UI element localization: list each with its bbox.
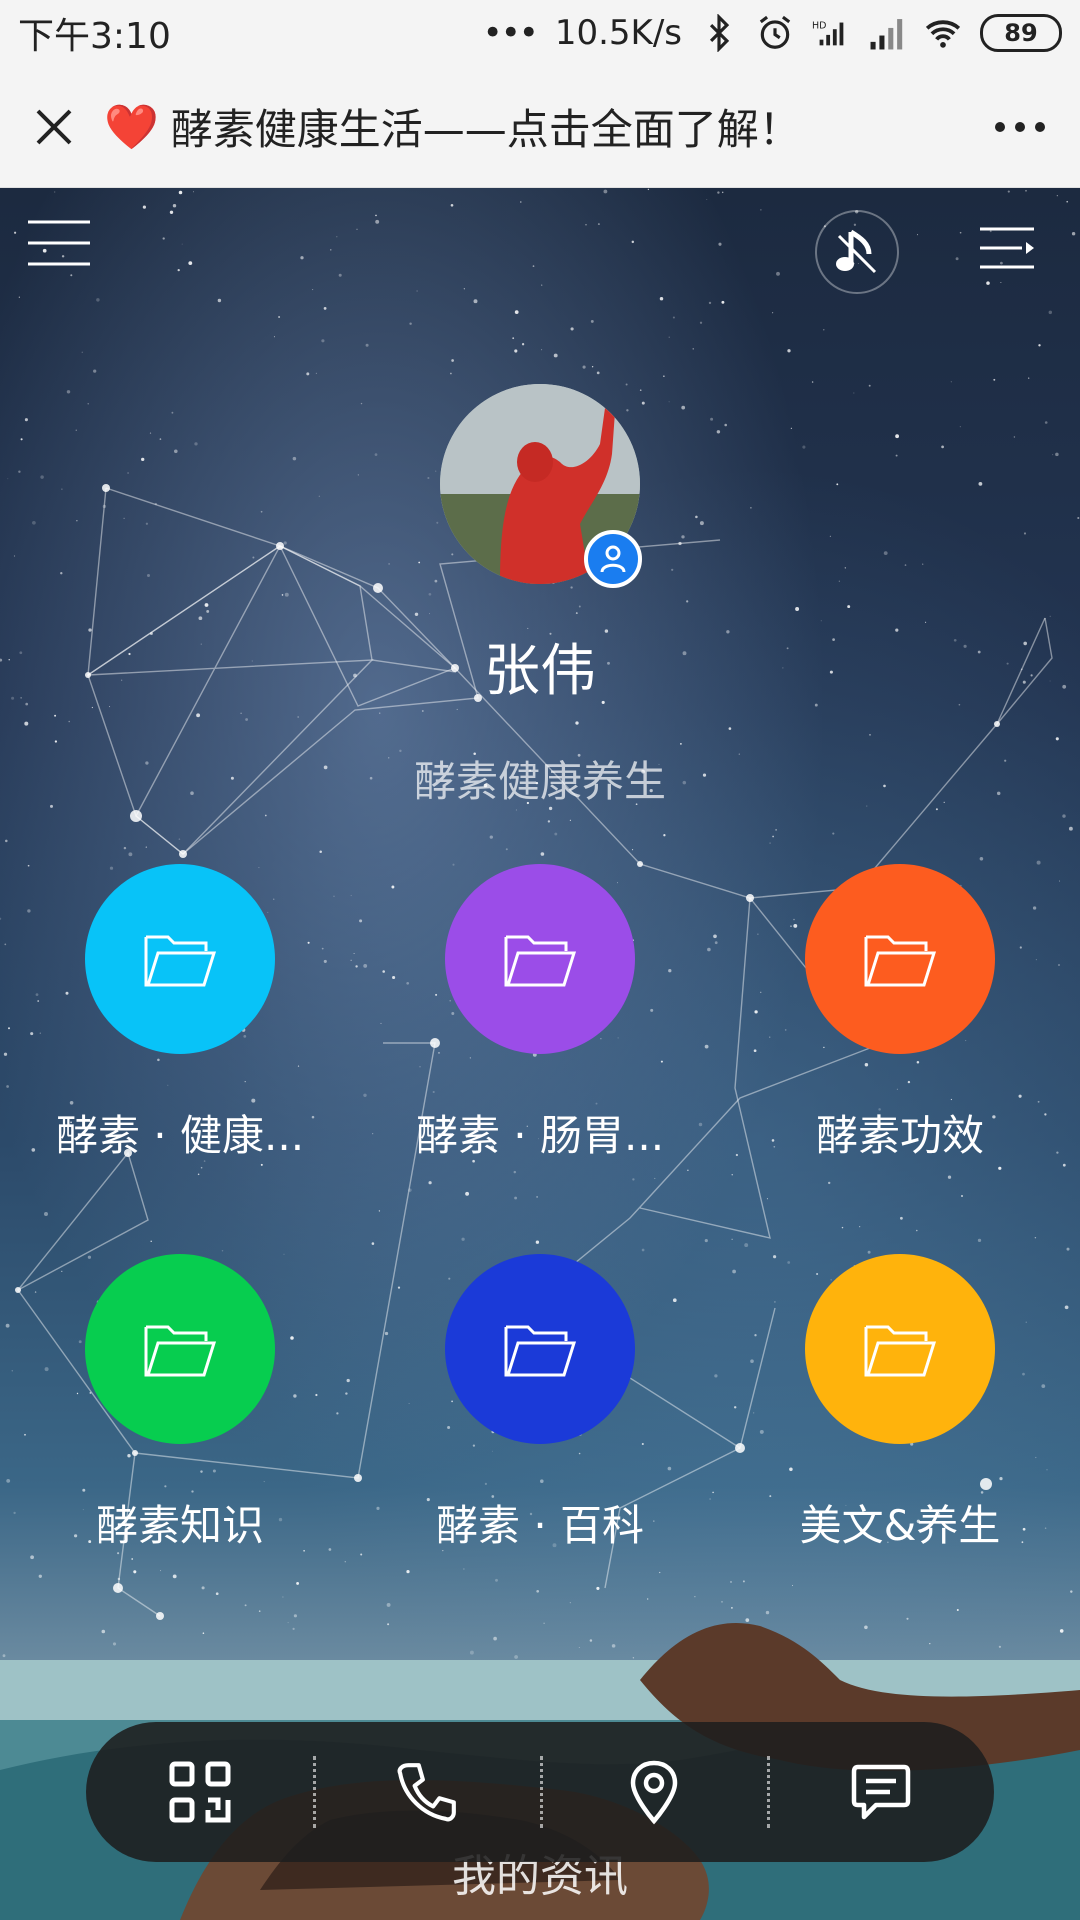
location-pin-icon	[630, 1760, 677, 1825]
svg-text:HD: HD	[812, 20, 826, 31]
user-name: 张伟	[484, 639, 596, 704]
page-title-text: 酵素健康生活——点击全面了解！	[170, 105, 801, 154]
list-collapse-icon	[980, 227, 1034, 269]
category-circle	[445, 1254, 635, 1444]
category-label: 美文&养生	[799, 1501, 1001, 1550]
hero-background: 张伟 酵素健康养生 酵素 · 健康... 酵素 · 肠胃... 酵素功效 酵素知…	[0, 188, 1080, 1920]
category-label: 酵素知识	[95, 1501, 264, 1550]
category-label: 酵素 · 健康...	[55, 1111, 305, 1160]
close-button[interactable]	[4, 77, 104, 177]
category-item[interactable]: 酵素 · 百科	[390, 1254, 690, 1553]
phone-icon	[397, 1763, 456, 1822]
page-title: ❤️ 酵素健康生活——点击全面了解！	[104, 96, 970, 157]
category-label: 酵素功效	[815, 1111, 984, 1160]
qr-code-icon	[169, 1761, 230, 1823]
category-item[interactable]: 酵素功效	[750, 864, 1050, 1163]
hd-signal-icon: HD	[812, 20, 844, 46]
folder-icon	[504, 935, 577, 987]
heart-icon: ❤️	[104, 101, 159, 153]
more-button[interactable]	[970, 77, 1070, 177]
message-icon	[851, 1764, 910, 1820]
location-button[interactable]	[540, 1722, 767, 1862]
category-item[interactable]: 酵素 · 肠胃...	[390, 864, 690, 1163]
battery-indicator: 89	[980, 14, 1062, 52]
dots-icon: •••	[482, 13, 539, 53]
category-circle	[805, 864, 995, 1054]
wifi-icon	[925, 20, 961, 48]
screen: 下午3:10 ••• 10.5K/s HD 89 ❤️ 酵素健康生活——点击全面…	[0, 0, 1080, 1920]
close-icon	[36, 109, 72, 144]
verified-badge	[584, 530, 642, 588]
qr-code-button[interactable]	[86, 1722, 313, 1862]
more-dots-icon	[995, 121, 1045, 132]
music-note-icon	[836, 229, 877, 274]
status-bar: 下午3:10 ••• 10.5K/s HD 89	[0, 0, 1080, 66]
category-item[interactable]: 酵素知识	[30, 1254, 330, 1553]
list-menu-button[interactable]	[978, 226, 1036, 274]
category-item[interactable]: 美文&养生	[750, 1254, 1050, 1553]
category-label: 酵素 · 肠胃...	[415, 1111, 665, 1160]
hamburger-icon	[28, 220, 90, 266]
category-label: 酵素 · 百科	[435, 1501, 645, 1550]
bottom-toolbar	[86, 1722, 994, 1862]
folder-icon	[504, 1325, 577, 1377]
folder-icon	[864, 935, 937, 987]
user-badge-icon	[600, 545, 626, 573]
folder-icon	[864, 1325, 937, 1377]
phone-button[interactable]	[313, 1722, 540, 1862]
music-button[interactable]	[815, 210, 899, 294]
alarm-icon	[759, 15, 791, 49]
message-button[interactable]	[767, 1722, 994, 1862]
folder-icon	[144, 935, 217, 987]
title-bar: ❤️ 酵素健康生活——点击全面了解！	[0, 66, 1080, 188]
battery-level: 89	[1004, 19, 1038, 47]
category-circle	[805, 1254, 995, 1444]
folder-icon	[144, 1325, 217, 1377]
menu-button[interactable]	[26, 218, 92, 272]
bluetooth-icon	[709, 14, 730, 52]
category-circle	[85, 864, 275, 1054]
network-speed: 10.5K/s	[554, 13, 682, 53]
status-time: 下午3:10	[18, 16, 171, 57]
signal-icon	[870, 19, 903, 50]
user-description: 酵素健康养生	[413, 757, 666, 806]
category-circle	[445, 864, 635, 1054]
category-circle	[85, 1254, 275, 1444]
category-item[interactable]: 酵素 · 健康...	[30, 864, 330, 1163]
